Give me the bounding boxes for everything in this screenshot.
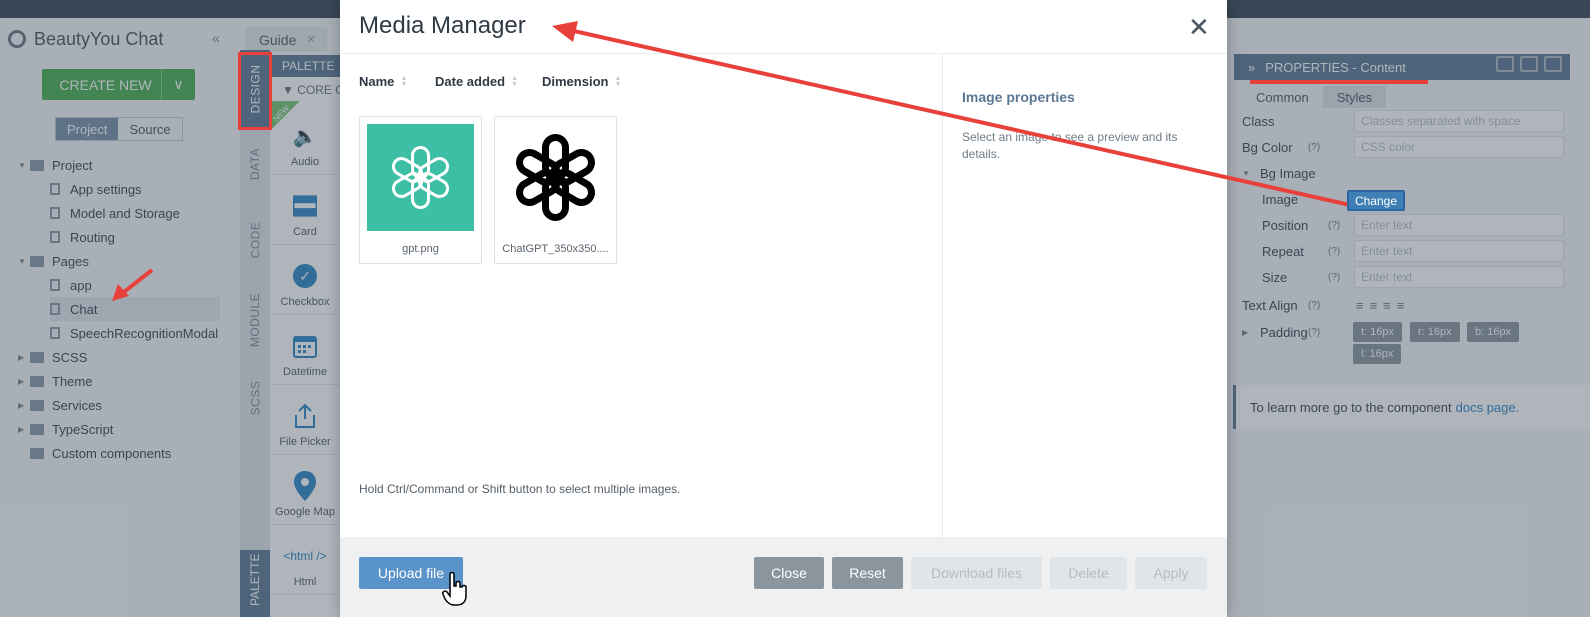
media-item-caption: ChatGPT_350x350.... bbox=[502, 243, 609, 255]
download-files-button[interactable]: Download files bbox=[911, 557, 1042, 589]
sort-icon: ▲ ▼ bbox=[511, 74, 519, 88]
image-properties-title: Image properties bbox=[962, 89, 1075, 105]
close-button[interactable]: Close bbox=[754, 557, 824, 589]
sort-icon: ▲ ▼ bbox=[614, 74, 622, 88]
reset-button[interactable]: Reset bbox=[832, 557, 903, 589]
change-image-button[interactable]: Change bbox=[1347, 190, 1405, 211]
delete-button[interactable]: Delete bbox=[1050, 557, 1127, 589]
media-item-caption: gpt.png bbox=[402, 243, 439, 255]
media-item-gpt-png[interactable]: gpt.png bbox=[359, 116, 482, 264]
media-item-chatgpt[interactable]: ChatGPT_350x350.... bbox=[494, 116, 617, 264]
media-manager-dialog: Media Manager ✕ Name ▲ ▼ Date added ▲ ▼ Dime… bbox=[340, 0, 1227, 617]
design-tab-highlight bbox=[238, 52, 272, 130]
apply-button[interactable]: Apply bbox=[1135, 557, 1207, 589]
multi-select-hint: Hold Ctrl/Command or Shift button to sel… bbox=[359, 482, 681, 496]
image-properties-pane: Image properties Select an image to see … bbox=[942, 54, 1227, 537]
close-icon[interactable]: ✕ bbox=[1188, 14, 1210, 40]
openai-logo-black-icon bbox=[502, 124, 609, 231]
sort-by-date[interactable]: Date added ▲ ▼ bbox=[435, 74, 518, 89]
sort-by-name[interactable]: Name ▲ ▼ bbox=[359, 74, 407, 89]
sort-icon: ▲ ▼ bbox=[400, 74, 408, 88]
media-list-pane: Name ▲ ▼ Date added ▲ ▼ Dimension ▲ ▼ gpt.png bbox=[340, 54, 942, 537]
dialog-footer: Upload file Close Reset Download files D… bbox=[340, 537, 1227, 617]
image-properties-description: Select an image to see a preview and its… bbox=[962, 130, 1178, 161]
sort-by-dimension[interactable]: Dimension ▲ ▼ bbox=[542, 74, 621, 89]
openai-logo-teal-icon bbox=[367, 124, 474, 231]
hand-cursor-icon bbox=[442, 572, 467, 606]
dialog-title: Media Manager bbox=[359, 12, 526, 39]
